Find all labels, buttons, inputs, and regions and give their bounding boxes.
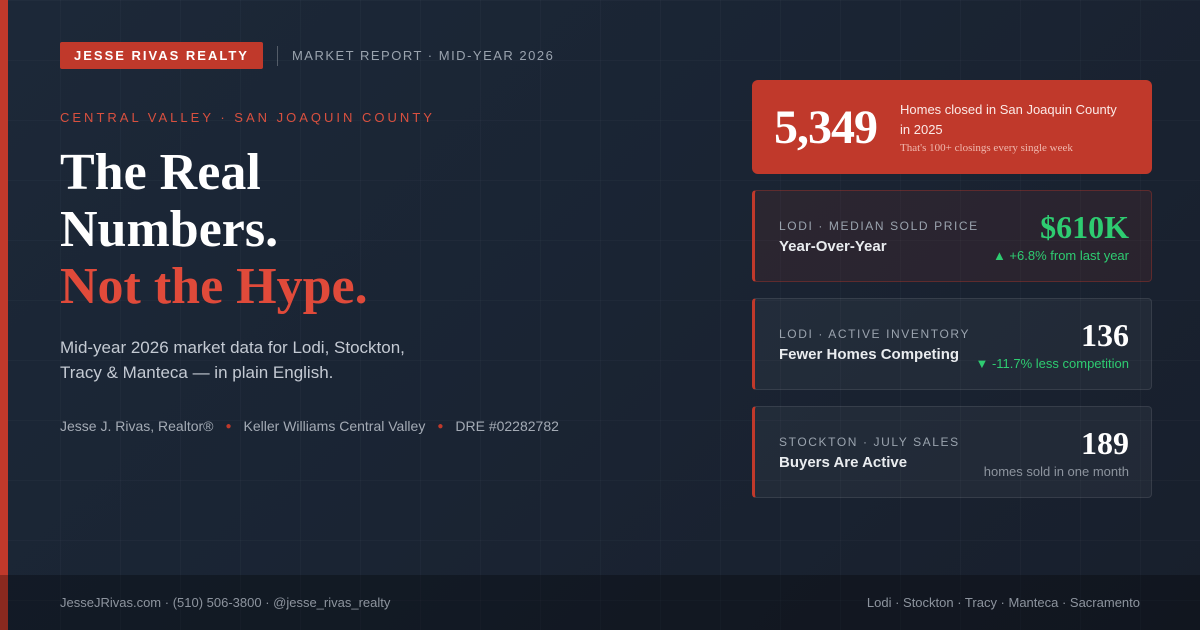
subtext: Mid-year 2026 market data for Lodi, Stoc… (60, 338, 405, 382)
brand-divider (276, 45, 278, 66)
stat-card-median-price: LODI · MEDIAN SOLD PRICE Year-Over-Year … (752, 190, 1152, 282)
agent-credits: Jesse J. Rivas, Realtor® ● Keller Willia… (60, 418, 559, 434)
headline-line-1: The Real (60, 144, 261, 201)
bullet-icon: ● (225, 420, 232, 432)
report-label: MARKET REPORT · MID-YEAR 2026 (291, 48, 555, 63)
hero-stat-text: Homes closed in San Joaquin County in 20… (900, 100, 1130, 154)
headline-line-2: Numbers. (60, 201, 279, 258)
stat-label: STOCKTON · JULY SALES (779, 435, 960, 449)
hero-stat-description: Homes closed in San Joaquin County in 20… (900, 102, 1117, 137)
brand-header: JESSE RIVAS REALTY MARKET REPORT · MID-Y… (60, 42, 554, 69)
headline-accent: Not the Hype. (60, 258, 368, 315)
stat-value: 136 (1081, 317, 1129, 353)
stat-label: LODI · ACTIVE INVENTORY (779, 327, 971, 341)
agent-name: Jesse J. Rivas, Realtor® (60, 418, 214, 434)
stat-change: ▲ +6.8% from last year (992, 248, 1129, 263)
hero-stat-card: 5,349 Homes closed in San Joaquin County… (752, 80, 1152, 174)
region-label: CENTRAL VALLEY · SAN JOAQUIN COUNTY (60, 110, 435, 125)
stat-label: LODI · MEDIAN SOLD PRICE (779, 219, 979, 233)
stat-subtitle: Buyers Are Active (779, 454, 908, 471)
bullet-icon: ● (437, 420, 444, 432)
license-number: DRE #02282782 (455, 418, 559, 434)
stat-value: $610K (1040, 209, 1129, 245)
footer-areas: Lodi · Stockton · Tracy · Manteca · Sacr… (866, 595, 1140, 610)
stat-subtitle: Year-Over-Year (779, 238, 887, 255)
stat-card-active-inventory: LODI · ACTIVE INVENTORY Fewer Homes Comp… (752, 298, 1152, 390)
footer-contact: JesseJRivas.com · (510) 506-3800 · @jess… (60, 595, 391, 610)
stat-subtitle: Fewer Homes Competing (779, 346, 960, 363)
hero-stat-note: That's 100+ closings every single week (900, 142, 1073, 154)
stat-change: homes sold in one month (983, 464, 1129, 479)
stat-change: ▼ -11.7% less competition (975, 356, 1129, 371)
footer-bar: JesseJRivas.com · (510) 506-3800 · @jess… (0, 575, 1200, 630)
brand-badge: JESSE RIVAS REALTY (60, 42, 263, 69)
brokerage-name: Keller Williams Central Valley (243, 418, 426, 434)
headline: The Real Numbers. Not the Hype. (60, 144, 368, 315)
accent-stripe (0, 0, 8, 630)
hero-stat-value: 5,349 (774, 100, 878, 154)
stat-card-july-sales: STOCKTON · JULY SALES Buyers Are Active … (752, 406, 1152, 498)
stat-value: 189 (1081, 425, 1129, 461)
